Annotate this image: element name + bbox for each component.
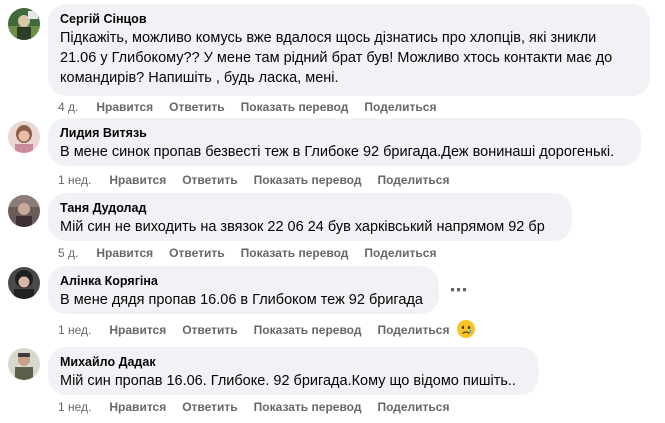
comment-time[interactable]: 1 нед. — [58, 173, 91, 187]
translate-button[interactable]: Показать перевод — [254, 323, 362, 337]
comment-time[interactable]: 5 д. — [58, 246, 78, 260]
reply-button[interactable]: Ответить — [169, 100, 224, 114]
translate-button[interactable]: Показать перевод — [241, 246, 349, 260]
more-options-icon[interactable]: ⋯ — [445, 276, 473, 304]
share-button[interactable]: Поделиться — [377, 323, 449, 337]
comment-time[interactable]: 1 нед. — [58, 400, 91, 414]
reply-button[interactable]: Ответить — [182, 400, 237, 414]
comment-bubble: Алінка Корягіна В мене дядя пропав 16.06… — [48, 266, 439, 314]
comment-bubble: Михайло Дадак Мій син пропав 16.06. Глиб… — [48, 347, 539, 395]
comment-author[interactable]: Алінка Корягіна — [60, 273, 427, 289]
reply-button[interactable]: Ответить — [182, 173, 237, 187]
comment-bubble: Лидия Витязь В мене синок пропав безвест… — [48, 118, 641, 166]
avatar-alinka[interactable] — [8, 267, 40, 299]
comment-time[interactable]: 1 нед. — [58, 323, 91, 337]
comment-actions: 1 нед. Нравится Ответить Показать перево… — [58, 399, 466, 415]
comment-author[interactable]: Таня Дудолад — [60, 200, 560, 216]
comment-text: Підкажіть, можливо комусь вже вдалося що… — [60, 30, 613, 86]
translate-button[interactable]: Показать перевод — [254, 173, 362, 187]
like-button[interactable]: Нравится — [109, 400, 166, 414]
sad-reaction-icon[interactable] — [456, 319, 476, 339]
avatar-tanya[interactable] — [8, 195, 40, 227]
comment-text: Мій син пропав 16.06. Глибоке. 92 бригад… — [60, 373, 516, 389]
translate-button[interactable]: Показать перевод — [241, 100, 349, 114]
comment-time[interactable]: 4 д. — [58, 100, 78, 114]
comment-author[interactable]: Михайло Дадак — [60, 354, 527, 370]
like-button[interactable]: Нравится — [109, 173, 166, 187]
avatar-serhii[interactable] — [8, 8, 40, 40]
share-button[interactable]: Поделиться — [377, 400, 449, 414]
reply-button[interactable]: Ответить — [182, 323, 237, 337]
like-button[interactable]: Нравится — [96, 246, 153, 260]
comment-actions: 1 нед. Нравится Ответить Показать перево… — [58, 322, 466, 338]
share-button[interactable]: Поделиться — [364, 246, 436, 260]
comment-author[interactable]: Лидия Витязь — [60, 125, 629, 141]
avatar-lydia[interactable] — [8, 121, 40, 153]
comment-bubble: Таня Дудолад Мій син не виходить на звяз… — [48, 193, 572, 241]
comment-actions: 5 д. Нравится Ответить Показать перевод … — [58, 245, 452, 261]
comment-text: В мене синок пропав безвесті теж в Глибо… — [60, 144, 615, 160]
share-button[interactable]: Поделиться — [364, 100, 436, 114]
comment-author[interactable]: Сергій Сінцов — [60, 11, 638, 27]
reply-button[interactable]: Ответить — [169, 246, 224, 260]
translate-button[interactable]: Показать перевод — [254, 400, 362, 414]
comment-text: Мій син не виходить на звязок 22 06 24 б… — [60, 219, 545, 235]
comment-actions: 4 д. Нравится Ответить Показать перевод … — [58, 99, 452, 115]
like-button[interactable]: Нравится — [109, 323, 166, 337]
share-button[interactable]: Поделиться — [377, 173, 449, 187]
comment-actions: 1 нед. Нравится Ответить Показать перево… — [58, 172, 466, 188]
avatar-mykhailo[interactable] — [8, 348, 40, 380]
comment-bubble: Сергій Сінцов Підкажіть, можливо комусь … — [48, 4, 650, 96]
like-button[interactable]: Нравится — [96, 100, 153, 114]
comment-text: В мене дядя пропав 16.06 в Глибоком теж … — [60, 292, 423, 308]
